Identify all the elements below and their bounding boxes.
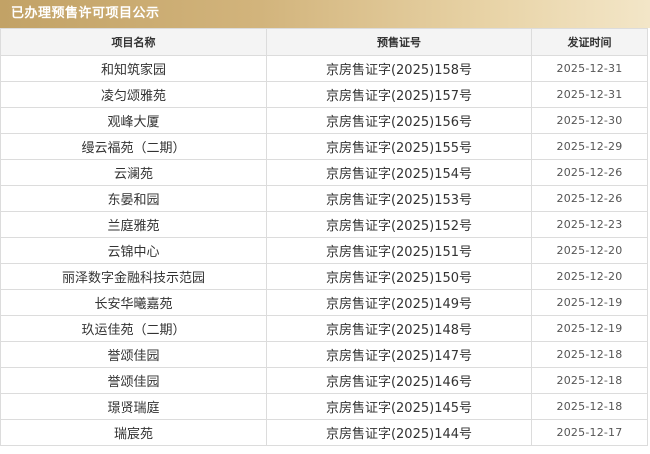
permit-number-cell: 京房售证字(2025)145号 <box>266 393 532 420</box>
table-row[interactable]: 云澜苑 京房售证字(2025)154号 2025-12-26 <box>0 159 648 186</box>
project-name-cell[interactable]: 誉颂佳园 <box>0 341 267 368</box>
permit-number-cell: 京房售证字(2025)154号 <box>266 159 532 186</box>
permit-number-cell: 京房售证字(2025)148号 <box>266 315 532 342</box>
project-name-cell[interactable]: 丽泽数字金融科技示范园 <box>0 263 267 290</box>
project-name-cell[interactable]: 和知筑家园 <box>0 55 267 82</box>
permit-number-cell: 京房售证字(2025)151号 <box>266 237 532 264</box>
project-name-cell[interactable]: 璟贤瑞庭 <box>0 393 267 420</box>
project-name-cell[interactable]: 观峰大厦 <box>0 107 267 134</box>
issue-date-cell: 2025-12-30 <box>531 107 648 134</box>
table-row[interactable]: 玖运佳苑（二期） 京房售证字(2025)148号 2025-12-19 <box>0 315 648 342</box>
table-row[interactable]: 璟贤瑞庭 京房售证字(2025)145号 2025-12-18 <box>0 393 648 420</box>
project-name-cell[interactable]: 长安华曦嘉苑 <box>0 289 267 316</box>
permit-number-cell: 京房售证字(2025)147号 <box>266 341 532 368</box>
table-row[interactable]: 缦云福苑（二期） 京房售证字(2025)155号 2025-12-29 <box>0 133 648 160</box>
project-name-cell[interactable]: 缦云福苑（二期） <box>0 133 267 160</box>
table-body: 和知筑家园 京房售证字(2025)158号 2025-12-31 凌匀颂雅苑 京房售证字… <box>0 55 648 446</box>
table-row[interactable]: 观峰大厦 京房售证字(2025)156号 2025-12-30 <box>0 107 648 134</box>
issue-date-cell: 2025-12-20 <box>531 237 648 264</box>
issue-date-cell: 2025-12-31 <box>531 55 648 82</box>
table-row[interactable]: 云锦中心 京房售证字(2025)151号 2025-12-20 <box>0 237 648 264</box>
issue-date-cell: 2025-12-19 <box>531 289 648 316</box>
panel-title: 已办理预售许可项目公示 <box>11 6 160 21</box>
project-name-cell[interactable]: 兰庭雅苑 <box>0 211 267 238</box>
panel-title-bar: 已办理预售许可项目公示 <box>0 0 650 28</box>
permit-number-cell: 京房售证字(2025)150号 <box>266 263 532 290</box>
table-row[interactable]: 和知筑家园 京房售证字(2025)158号 2025-12-31 <box>0 55 648 82</box>
issue-date-cell: 2025-12-29 <box>531 133 648 160</box>
project-name-cell[interactable]: 云锦中心 <box>0 237 267 264</box>
table-row[interactable]: 凌匀颂雅苑 京房售证字(2025)157号 2025-12-31 <box>0 81 648 108</box>
issue-date-cell: 2025-12-26 <box>531 159 648 186</box>
issue-date-cell: 2025-12-17 <box>531 419 648 446</box>
project-name-cell[interactable]: 凌匀颂雅苑 <box>0 81 267 108</box>
table-header-row: 项目名称 预售证号 发证时间 <box>0 28 648 56</box>
issue-date-cell: 2025-12-20 <box>531 263 648 290</box>
table-row[interactable]: 誉颂佳园 京房售证字(2025)147号 2025-12-18 <box>0 341 648 368</box>
table-row[interactable]: 丽泽数字金融科技示范园 京房售证字(2025)150号 2025-12-20 <box>0 263 648 290</box>
issue-date-cell: 2025-12-26 <box>531 185 648 212</box>
permit-table: 项目名称 预售证号 发证时间 和知筑家园 京房售证字(2025)158号 2025-… <box>0 28 648 446</box>
permit-number-cell: 京房售证字(2025)152号 <box>266 211 532 238</box>
permit-number-cell: 京房售证字(2025)153号 <box>266 185 532 212</box>
table-row[interactable]: 誉颂佳园 京房售证字(2025)146号 2025-12-18 <box>0 367 648 394</box>
permit-number-cell: 京房售证字(2025)158号 <box>266 55 532 82</box>
table-row[interactable]: 兰庭雅苑 京房售证字(2025)152号 2025-12-23 <box>0 211 648 238</box>
permit-number-cell: 京房售证字(2025)146号 <box>266 367 532 394</box>
project-name-cell[interactable]: 誉颂佳园 <box>0 367 267 394</box>
presale-permit-panel: 已办理预售许可项目公示 项目名称 预售证号 发证时间 和知筑家园 京房售证字(20… <box>0 0 650 454</box>
project-name-cell[interactable]: 东晏和园 <box>0 185 267 212</box>
issue-date-cell: 2025-12-23 <box>531 211 648 238</box>
project-name-cell[interactable]: 瑞宸苑 <box>0 419 267 446</box>
permit-number-cell: 京房售证字(2025)144号 <box>266 419 532 446</box>
issue-date-cell: 2025-12-18 <box>531 393 648 420</box>
permit-number-cell: 京房售证字(2025)156号 <box>266 107 532 134</box>
table-row[interactable]: 长安华曦嘉苑 京房售证字(2025)149号 2025-12-19 <box>0 289 648 316</box>
issue-date-cell: 2025-12-18 <box>531 367 648 394</box>
permit-number-cell: 京房售证字(2025)149号 <box>266 289 532 316</box>
permit-number-cell: 京房售证字(2025)157号 <box>266 81 532 108</box>
column-header-issue-date: 发证时间 <box>531 28 648 56</box>
issue-date-cell: 2025-12-31 <box>531 81 648 108</box>
permit-number-cell: 京房售证字(2025)155号 <box>266 133 532 160</box>
issue-date-cell: 2025-12-18 <box>531 341 648 368</box>
table-row[interactable]: 东晏和园 京房售证字(2025)153号 2025-12-26 <box>0 185 648 212</box>
project-name-cell[interactable]: 云澜苑 <box>0 159 267 186</box>
table-row[interactable]: 瑞宸苑 京房售证字(2025)144号 2025-12-17 <box>0 419 648 446</box>
project-name-cell[interactable]: 玖运佳苑（二期） <box>0 315 267 342</box>
column-header-permit-number: 预售证号 <box>266 28 532 56</box>
issue-date-cell: 2025-12-19 <box>531 315 648 342</box>
column-header-project-name: 项目名称 <box>0 28 267 56</box>
